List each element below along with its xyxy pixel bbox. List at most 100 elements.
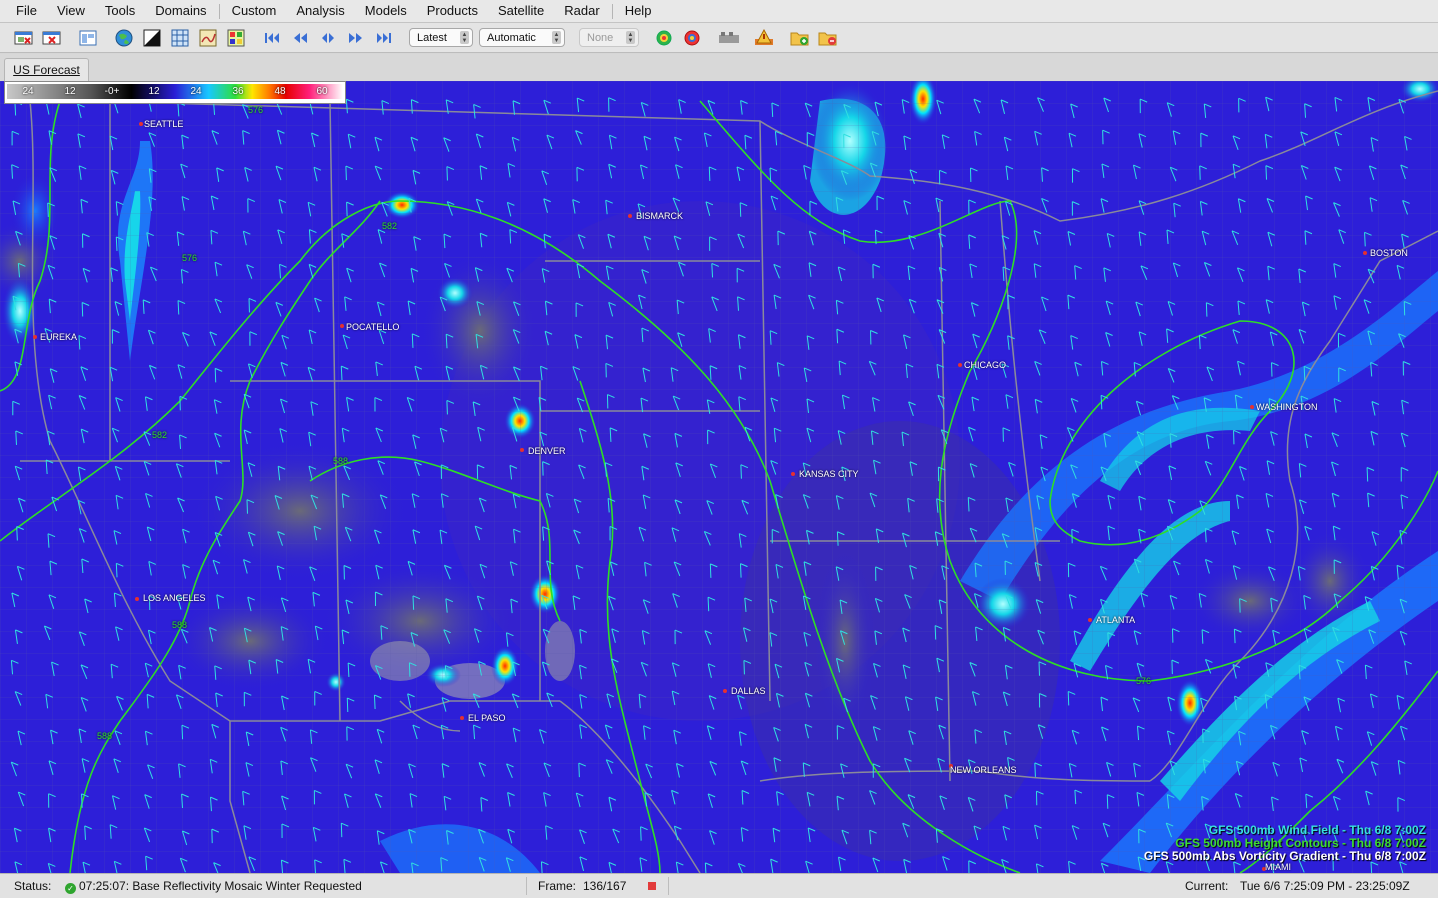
overlay-wind-field: GFS 500mb Wind Field - Thu 6/8 7:00Z [1208,823,1426,837]
city-miami: MIAMI [1265,862,1291,872]
city-marker [139,122,143,126]
menu-custom[interactable]: Custom [222,0,287,22]
globe-icon[interactable] [113,27,135,49]
step-forward-icon[interactable] [345,27,367,49]
grid-icon[interactable] [169,27,191,49]
contrast-icon[interactable] [141,27,163,49]
satellite-dish-icon[interactable] [717,27,739,49]
skip-last-icon[interactable] [373,27,395,49]
legend-label: 60 [316,86,328,97]
city-marker [958,363,962,367]
menu-separator [218,3,220,19]
menu-models[interactable]: Models [355,0,417,22]
overlay-select[interactable]: None ▲ ▼ [579,28,639,47]
mode-select[interactable]: Automatic ▲ ▼ [479,28,565,47]
legend-colorbar: 24 12 -0+ 12 24 36 48 60 [7,84,343,99]
city-marker [791,472,795,476]
legend-label: -0+ [104,86,120,97]
contour-label: 582 [382,221,398,231]
tab-us-forecast[interactable]: US Forecast [4,58,89,81]
city-marker [340,324,344,328]
contour-label: 588 [333,456,349,466]
contour-label: 582 [152,430,168,440]
city-eureka: EUREKA [40,332,78,342]
stop-icon[interactable] [648,882,656,890]
updown-icon: ▲ ▼ [552,31,561,44]
contour-label: 576 [1136,676,1152,686]
add-folder-icon[interactable] [789,27,811,49]
city-marker [1363,251,1367,255]
color-legend: 24 12 -0+ 12 24 36 48 60 [4,81,346,104]
menu-products[interactable]: Products [417,0,488,22]
mode-select-value: Automatic [487,31,536,44]
contour-label: 576 [248,105,264,115]
menu-view[interactable]: View [47,0,95,22]
menu-tools[interactable]: Tools [95,0,145,22]
contour-label: 576 [182,253,198,263]
status-message-wrap: ✓ 07:25:07: Base Reflectivity Mosaic Wint… [65,879,362,894]
menu-domains[interactable]: Domains [145,0,216,22]
city-dallas: DALLAS [731,686,766,696]
radar-site-icon[interactable] [653,27,675,49]
city-pocatello: POCATELLO [346,322,400,332]
new-window-icon[interactable] [13,27,35,49]
remove-folder-icon[interactable] [817,27,839,49]
status-message: 07:25:07: Base Reflectivity Mosaic Winte… [79,879,362,893]
menu-satellite[interactable]: Satellite [488,0,554,22]
contour-label: 588 [172,620,188,630]
play-loop-icon[interactable] [317,27,339,49]
legend-label: 36 [232,86,244,97]
city-washington: WASHINGTON [1256,402,1318,412]
updown-icon: ▲ ▼ [460,31,469,44]
overlay-height-contours: GFS 500mb Height Contours - Thu 6/8 7:00… [1175,836,1426,850]
layout-icon[interactable] [77,27,99,49]
legend-label: 24 [190,86,202,97]
city-los-angeles: LOS ANGELES [143,593,206,603]
menu-help[interactable]: Help [615,0,662,22]
city-boston: BOSTON [1370,248,1408,258]
color-map-icon[interactable] [225,27,247,49]
updown-icon: ▲ ▼ [626,31,635,44]
city-marker [1088,618,1092,622]
legend-label: 12 [148,86,160,97]
toolbar: Latest ▲ ▼ Automatic ▲ ▼ None ▲ ▼ [0,23,1438,53]
city-seattle: SEATTLE [144,119,184,129]
current-label: Current: [1185,879,1229,893]
close-window-icon[interactable] [41,27,63,49]
city-marker [628,214,632,218]
current-value: Tue 6/6 7:25:09 PM - 23:25:09Z [1240,879,1410,893]
menu-radar[interactable]: Radar [554,0,609,22]
city-chicago: CHICAGO [964,360,1007,370]
menu-separator [611,3,613,19]
city-marker [520,448,524,452]
frame-label: Frame: [538,879,577,893]
city-marker [135,597,139,601]
contour-label: 588 [97,731,113,741]
warning-map-icon[interactable] [753,27,775,49]
status-divider [526,877,527,895]
skip-first-icon[interactable] [261,27,283,49]
menu-analysis[interactable]: Analysis [286,0,354,22]
tab-strip: US Forecast [0,54,1438,81]
overlay-vorticity: GFS 500mb Abs Vorticity Gradient - Thu 6… [1143,849,1426,863]
topo-map-icon[interactable] [197,27,219,49]
overlay-select-value: None [587,31,614,44]
frame-value: 136/167 [583,879,627,893]
radar-alert-icon[interactable] [681,27,703,49]
time-select-value: Latest [417,31,447,44]
city-kansas-city: KANSAS CITY [799,469,859,479]
check-icon: ✓ [65,883,76,894]
city-marker [33,335,37,339]
city-marker [723,689,727,693]
legend-label: 48 [274,86,286,97]
city-marker [1250,405,1254,409]
city-el-paso: EL PASO [468,713,506,723]
city-denver: DENVER [528,446,566,456]
status-divider [668,877,669,895]
time-select[interactable]: Latest ▲ ▼ [409,28,473,47]
step-back-icon[interactable] [289,27,311,49]
city-marker [460,716,464,720]
city-bismarck: BISMARCK [636,211,684,221]
menu-file[interactable]: File [6,0,47,22]
weather-map[interactable]: 24 12 -0+ 12 24 36 48 60 SEATTLE BISMARC… [0,81,1438,873]
